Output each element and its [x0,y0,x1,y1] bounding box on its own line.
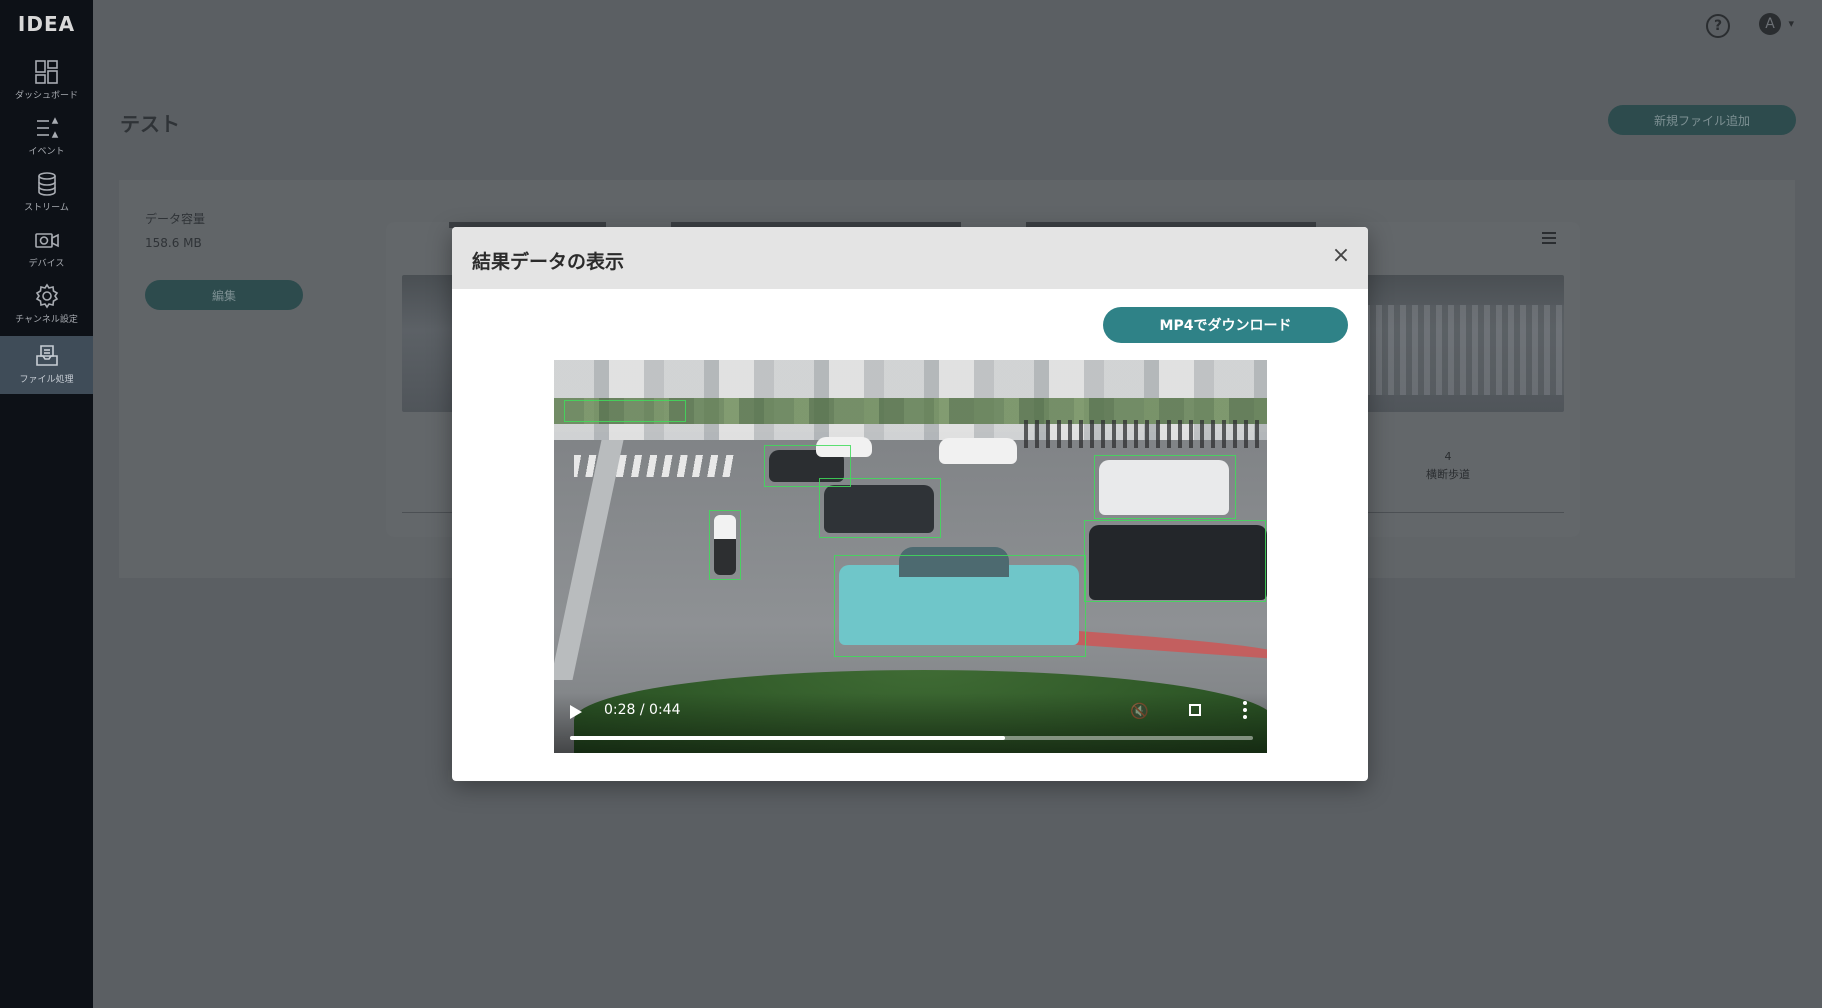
file-tray-icon [35,345,58,366]
more-options-icon[interactable] [1243,701,1247,722]
sidebar-item-file-processing[interactable]: ファイル処理 [0,336,93,394]
menu-icon[interactable] [1542,232,1556,244]
detection-box [709,510,741,580]
chevron-down-icon[interactable]: ▾ [1788,17,1794,30]
help-icon[interactable]: ? [1706,14,1730,38]
top-bar: ? A ▾ [93,0,1822,50]
app-logo: IDEA [17,12,76,36]
sidebar-item-label: ダッシュボード [14,91,78,101]
sidebar-item-label: チャンネル設定 [15,315,78,325]
play-icon[interactable] [570,705,582,719]
sidebar-item-channel-settings[interactable]: チャンネル設定 [0,282,93,338]
add-file-button[interactable]: 新規ファイル追加 [1608,105,1796,135]
sidebar: IDEA ダッシュボード イベント ストリーム デバイス チャンネル設定 ファイ… [0,0,93,1008]
volume-icon[interactable]: 🔇 [1130,702,1149,720]
video-time: 0:28 / 0:44 [604,702,681,718]
video-progress-bar[interactable] [570,736,1253,740]
thumbnail-image[interactable] [402,275,454,412]
detection-box [564,400,686,422]
sidebar-item-event[interactable]: イベント [0,114,93,170]
gear-icon [35,283,58,309]
thumbnail-image[interactable] [1364,275,1564,412]
download-mp4-button[interactable]: MP4でダウンロード [1103,307,1348,343]
detection-box [764,445,851,487]
sidebar-item-label: イベント [28,147,65,157]
fullscreen-icon[interactable] [1189,704,1201,716]
database-icon [37,172,56,196]
video-frame-pedestrians [1024,420,1264,448]
sidebar-item-device[interactable]: デバイス [0,226,93,282]
modal-header: 結果データの表示 × [452,227,1368,289]
detection-box [1084,520,1266,602]
capacity-value: 158.6 MB [145,236,202,250]
event-list-icon [36,117,58,138]
detection-box [834,555,1086,657]
edit-button[interactable]: 編集 [145,280,303,310]
avatar[interactable]: A [1759,13,1781,35]
camera-icon [34,233,59,248]
sidebar-item-label: デバイス [28,259,65,269]
modal-title: 結果データの表示 [472,251,625,273]
video-progress-fill [570,736,1006,740]
crosswalk-label: 横断歩道 [1426,468,1470,481]
detection-box [819,478,941,538]
sidebar-item-dashboard[interactable]: ダッシュボード [0,58,93,114]
video-frame-car [939,438,1017,464]
page-title: テスト [120,112,180,136]
crosswalk-count: 4 [1444,450,1452,463]
sidebar-item-label: ファイル処理 [19,375,74,385]
video-player[interactable]: 0:28 / 0:44 🔇 [554,360,1267,753]
detection-box [1094,455,1236,519]
video-controls: 0:28 / 0:44 🔇 [554,693,1267,753]
capacity-label: データ容量 [145,212,206,226]
dashboard-icon [34,60,58,84]
result-modal: 結果データの表示 × MP4でダウンロード 0:28 / 0:44 🔇 [452,227,1368,781]
close-icon[interactable]: × [1328,243,1354,269]
sidebar-item-stream[interactable]: ストリーム [0,170,93,226]
sidebar-item-label: ストリーム [24,203,69,213]
